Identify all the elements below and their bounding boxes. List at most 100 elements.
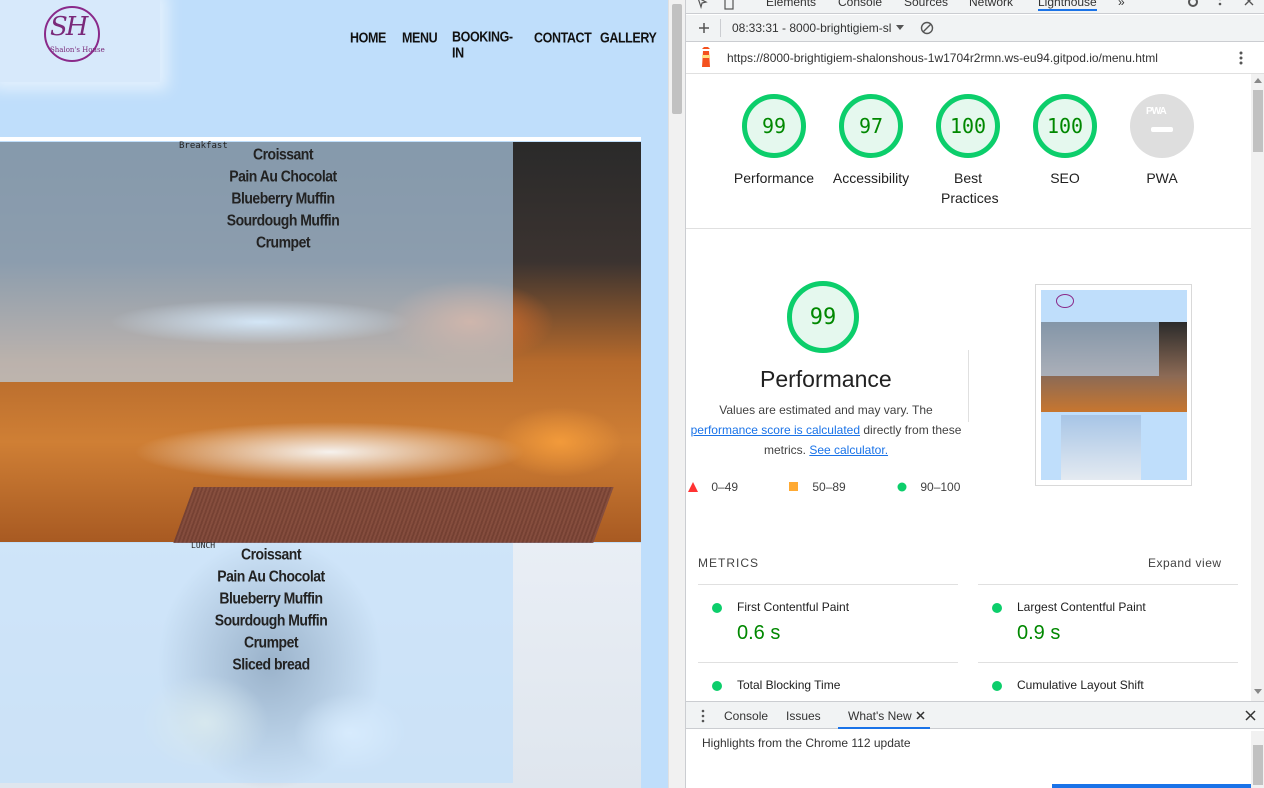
tab-console[interactable]: Console bbox=[838, 0, 882, 9]
tab-network[interactable]: Network bbox=[969, 0, 1013, 9]
header-divider bbox=[0, 137, 641, 141]
nav-menu-link[interactable]: MENU bbox=[402, 30, 438, 46]
tab-lighthouse[interactable]: Lighthouse bbox=[1038, 0, 1097, 11]
best-practices-gauge[interactable]: 100 bbox=[936, 94, 1000, 158]
legend-range: 0–49 bbox=[711, 480, 739, 494]
report-url-bar: https://8000-brightigiem-shalonshous-1w1… bbox=[686, 42, 1264, 74]
performance-detail-gauge: 99 bbox=[787, 281, 859, 353]
metric-name: Cumulative Layout Shift bbox=[1017, 678, 1144, 692]
see-calculator-link[interactable]: See calculator. bbox=[809, 443, 888, 457]
whats-new-headline: Highlights from the Chrome 112 update bbox=[702, 736, 911, 750]
clear-reports-icon[interactable] bbox=[920, 21, 934, 35]
pwa-gauge[interactable]: PWA bbox=[1130, 94, 1194, 158]
inspect-icon[interactable] bbox=[696, 0, 710, 10]
legend-average: 50–89 bbox=[789, 480, 846, 494]
score-label: PWA bbox=[1146, 170, 1178, 186]
expand-view-toggle[interactable]: Expand view bbox=[1148, 556, 1222, 570]
legend-fail: 0–49 bbox=[688, 480, 738, 494]
chevron-down-icon[interactable] bbox=[896, 25, 904, 31]
menu-item: Pain Au Chocolat bbox=[217, 567, 325, 585]
performance-gauge[interactable]: 99 bbox=[742, 94, 806, 158]
lunch-menu-list: Croissant Pain Au Chocolat Blueberry Muf… bbox=[191, 543, 351, 675]
metric-rule bbox=[698, 662, 958, 663]
legend-pass: 90–100 bbox=[897, 480, 960, 494]
final-screenshot[interactable] bbox=[1035, 284, 1192, 486]
menu-item: Croissant bbox=[240, 545, 302, 563]
drawer-tabbar: Console Issues What's New bbox=[686, 701, 1264, 729]
menu-item: Sliced bread bbox=[232, 655, 310, 673]
more-tabs-button[interactable]: » bbox=[1118, 0, 1125, 9]
lighthouse-toolbar: 08:33:31 - 8000-brightigiem-sl bbox=[686, 15, 1264, 42]
drawer-scrollbar[interactable] bbox=[1251, 731, 1264, 788]
close-devtools-icon[interactable] bbox=[1243, 0, 1255, 9]
screenshot-lunch-block bbox=[1061, 415, 1141, 480]
report-scrollbar[interactable] bbox=[1251, 74, 1264, 701]
whats-new-panel: Highlights from the Chrome 112 update bbox=[686, 729, 1264, 788]
url-menu-icon[interactable] bbox=[1238, 50, 1244, 66]
drawer-tab-console[interactable]: Console bbox=[724, 709, 768, 723]
vertical-divider bbox=[968, 350, 969, 422]
section-divider bbox=[686, 228, 1251, 229]
report-scrollbar-thumb[interactable] bbox=[1253, 90, 1263, 152]
page-scrollbar-thumb[interactable] bbox=[672, 4, 682, 114]
menu-item: Pain Au Chocolat bbox=[229, 167, 337, 185]
menu-item: Blueberry Muffin bbox=[219, 589, 323, 607]
pwa-dash bbox=[1151, 127, 1173, 132]
nav-gallery-link[interactable]: GALLERY bbox=[600, 30, 657, 46]
score-label: SEO bbox=[1050, 170, 1080, 186]
close-tab-icon[interactable] bbox=[916, 711, 925, 720]
tab-elements[interactable]: Elements bbox=[766, 0, 816, 9]
screenshot-overlay bbox=[1041, 322, 1159, 376]
device-toolbar-icon[interactable] bbox=[722, 0, 736, 10]
lighthouse-icon bbox=[702, 47, 710, 67]
scroll-down-icon[interactable] bbox=[1254, 689, 1262, 695]
metric-name: First Contentful Paint bbox=[737, 600, 850, 614]
new-report-icon[interactable] bbox=[698, 22, 710, 34]
logo-subtitle: Shalon's House bbox=[50, 46, 105, 54]
report-url[interactable]: https://8000-brightigiem-shalonshous-1w1… bbox=[727, 51, 1158, 65]
logo-monogram: SH bbox=[50, 12, 88, 42]
metrics-header: METRICS bbox=[698, 556, 759, 570]
score-calculated-link[interactable]: performance score is calculated bbox=[691, 423, 860, 437]
score-legend: 0–49 50–89 90–100 bbox=[686, 480, 966, 496]
website-viewport: SH Shalon's House HOME MENU BOOKING-IN C… bbox=[0, 0, 668, 788]
metric-value: 0.9 s bbox=[1017, 622, 1061, 644]
nav-home-link[interactable]: HOME bbox=[350, 30, 386, 46]
gear-icon[interactable] bbox=[1186, 0, 1200, 9]
menu-item: Crumpet bbox=[255, 233, 311, 251]
screenshot-logo bbox=[1056, 294, 1074, 308]
score-value: 100 bbox=[949, 114, 987, 138]
nav-contact-link[interactable]: CONTACT bbox=[534, 30, 592, 46]
menu-item: Sourdough Muffin bbox=[226, 211, 340, 229]
close-drawer-icon[interactable] bbox=[1245, 710, 1256, 721]
page-scrollbar[interactable] bbox=[668, 0, 685, 788]
accessibility-gauge[interactable]: 97 bbox=[839, 94, 903, 158]
whats-new-banner-edge bbox=[1052, 784, 1252, 788]
drawer-scrollbar-thumb[interactable] bbox=[1253, 745, 1263, 785]
site-logo[interactable]: SH Shalon's House bbox=[0, 0, 160, 82]
score-value: 97 bbox=[858, 114, 884, 138]
menu-item: Crumpet bbox=[243, 633, 299, 651]
drawer-menu-icon[interactable] bbox=[700, 709, 706, 723]
drawer-tab-whats-new[interactable]: What's New bbox=[848, 709, 912, 723]
pass-circle-icon bbox=[897, 482, 907, 492]
scroll-up-icon[interactable] bbox=[1254, 78, 1262, 84]
metric-rule bbox=[978, 584, 1238, 585]
score-label: Best Practices bbox=[941, 170, 999, 206]
legend-range: 90–100 bbox=[920, 480, 961, 494]
breakfast-menu-list: Croissant Pain Au Chocolat Blueberry Muf… bbox=[203, 143, 363, 253]
average-square-icon bbox=[789, 482, 798, 491]
report-selector[interactable]: 08:33:31 - 8000-brightigiem-sl bbox=[732, 21, 891, 35]
devtools-panel: Elements Console Sources Network Lightho… bbox=[685, 0, 1264, 788]
pass-circle-icon bbox=[992, 603, 1002, 613]
kebab-menu-icon[interactable] bbox=[1216, 0, 1224, 9]
score-value: 100 bbox=[1046, 114, 1084, 138]
lighthouse-report: 99 Performance 97 Accessibility 100 Best… bbox=[686, 74, 1251, 701]
pass-circle-icon bbox=[992, 681, 1002, 691]
drawer-tab-issues[interactable]: Issues bbox=[786, 709, 821, 723]
devtools-tabbar: Elements Console Sources Network Lightho… bbox=[686, 0, 1264, 14]
tab-sources[interactable]: Sources bbox=[904, 0, 948, 9]
nav-booking-link[interactable]: BOOKING-IN bbox=[452, 29, 513, 61]
performance-title: Performance bbox=[760, 366, 892, 392]
seo-gauge[interactable]: 100 bbox=[1033, 94, 1097, 158]
